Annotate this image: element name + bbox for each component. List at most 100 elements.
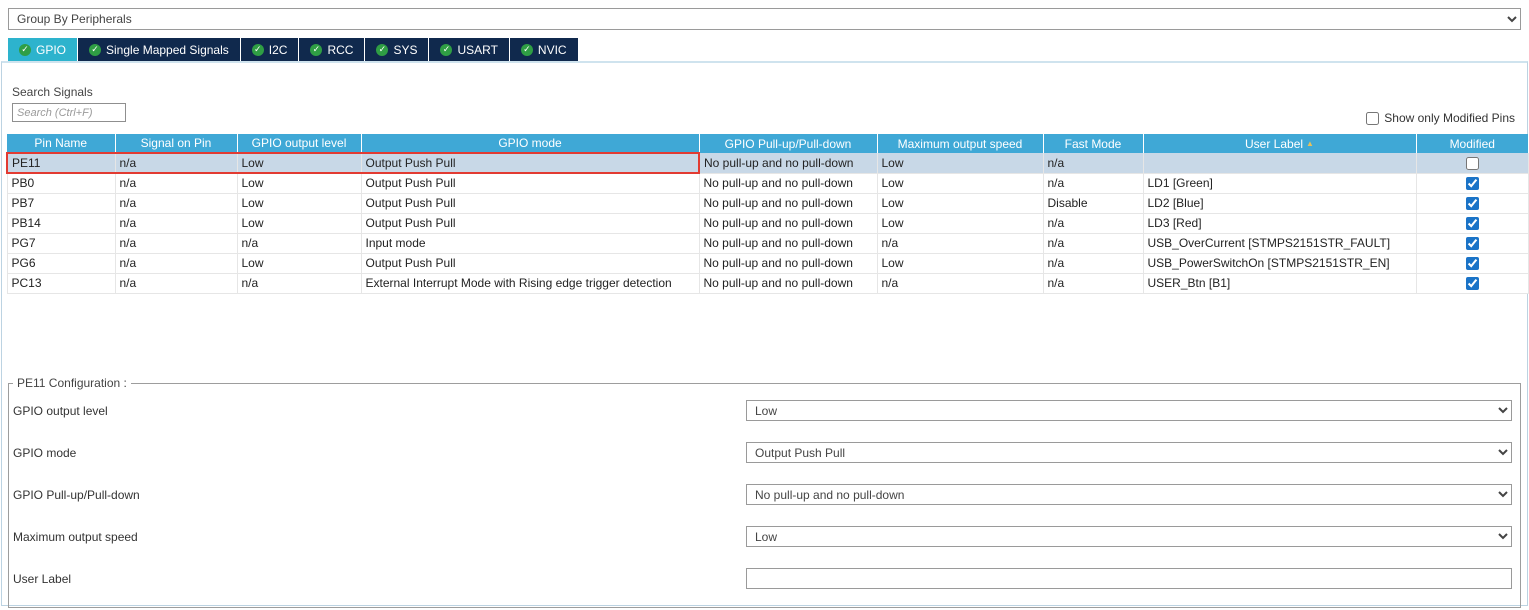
cell-mode: Output Push Pull [361,213,699,233]
modified-checkbox[interactable] [1466,237,1479,250]
table-row[interactable]: PE11n/aLowOutput Push PullNo pull-up and… [7,153,1528,173]
cfg-row-gpio-pull: GPIO Pull-up/Pull-down No pull-up and no… [13,484,1512,505]
cell-signal: n/a [115,273,237,293]
max-output-speed-select[interactable]: Low [746,526,1512,547]
table-row[interactable]: PG7n/an/aInput modeNo pull-up and no pul… [7,233,1528,253]
tab-check-icon: ✓ [376,44,388,56]
modified-checkbox[interactable] [1466,257,1479,270]
tab-sys[interactable]: ✓ SYS [365,38,428,61]
cell-modified [1416,233,1528,253]
cell-pull: No pull-up and no pull-down [699,233,877,253]
tab-label: I2C [269,43,288,57]
gpio-mode-select[interactable]: Output Push Pull [746,442,1512,463]
cell-speed: n/a [877,273,1043,293]
col-pin-name[interactable]: Pin Name [7,134,115,153]
cell-fast: Disable [1043,193,1143,213]
tab-check-icon: ✓ [310,44,322,56]
cell-level: Low [237,193,361,213]
col-gpio-mode[interactable]: GPIO mode [361,134,699,153]
tab-check-icon: ✓ [440,44,452,56]
cell-label [1143,153,1416,173]
cell-level: Low [237,153,361,173]
cell-mode: Output Push Pull [361,153,699,173]
table-row[interactable]: PB14n/aLowOutput Push PullNo pull-up and… [7,213,1528,233]
cfg-row-gpio-output-level: GPIO output level Low [13,400,1512,421]
col-signal-on-pin[interactable]: Signal on Pin [115,134,237,153]
cell-modified [1416,173,1528,193]
col-max-output-speed[interactable]: Maximum output speed [877,134,1043,153]
cell-pull: No pull-up and no pull-down [699,193,877,213]
peripheral-tabbar: ✓ GPIO ✓ Single Mapped Signals ✓ I2C ✓ R… [8,38,1529,61]
tab-single-mapped-signals[interactable]: ✓ Single Mapped Signals [78,38,240,61]
cell-mode: Input mode [361,233,699,253]
table-row[interactable]: PC13n/an/aExternal Interrupt Mode with R… [7,273,1528,293]
cell-signal: n/a [115,153,237,173]
cell-fast: n/a [1043,213,1143,233]
cell-signal: n/a [115,213,237,233]
cell-pin: PB0 [7,173,115,193]
col-gpio-output-level[interactable]: GPIO output level [237,134,361,153]
group-by-select[interactable]: Group By Peripherals [8,8,1521,30]
modified-checkbox[interactable] [1466,177,1479,190]
modified-checkbox[interactable] [1466,197,1479,210]
tab-nvic[interactable]: ✓ NVIC [510,38,578,61]
cell-speed: Low [877,193,1043,213]
cell-pull: No pull-up and no pull-down [699,273,877,293]
cfg-label: GPIO Pull-up/Pull-down [13,488,746,502]
cell-label: LD3 [Red] [1143,213,1416,233]
cell-pin: PB7 [7,193,115,213]
modified-checkbox[interactable] [1466,157,1479,170]
gpio-output-level-select[interactable]: Low [746,400,1512,421]
table-header-row: Pin Name Signal on Pin GPIO output level… [7,134,1528,153]
cell-modified [1416,193,1528,213]
col-modified[interactable]: Modified [1416,134,1528,153]
table-row[interactable]: PG6n/aLowOutput Push PullNo pull-up and … [7,253,1528,273]
tab-rcc[interactable]: ✓ RCC [299,38,364,61]
search-input[interactable] [12,103,126,122]
cell-label: USB_PowerSwitchOn [STMPS2151STR_EN] [1143,253,1416,273]
col-user-label[interactable]: User Label▲ [1143,134,1416,153]
user-label-input[interactable] [746,568,1512,589]
cell-fast: n/a [1043,233,1143,253]
table-row[interactable]: PB7n/aLowOutput Push PullNo pull-up and … [7,193,1528,213]
cfg-label: Maximum output speed [13,530,746,544]
cell-mode: External Interrupt Mode with Rising edge… [361,273,699,293]
col-gpio-pull[interactable]: GPIO Pull-up/Pull-down [699,134,877,153]
cfg-row-gpio-mode: GPIO mode Output Push Pull [13,442,1512,463]
cell-level: Low [237,213,361,233]
cell-modified [1416,273,1528,293]
pin-table-body: PE11n/aLowOutput Push PullNo pull-up and… [7,153,1528,293]
col-fast-mode[interactable]: Fast Mode [1043,134,1143,153]
table-row[interactable]: PB0n/aLowOutput Push PullNo pull-up and … [7,173,1528,193]
cell-pin: PG6 [7,253,115,273]
cell-mode: Output Push Pull [361,193,699,213]
cell-pin: PG7 [7,233,115,253]
cell-mode: Output Push Pull [361,253,699,273]
cell-signal: n/a [115,233,237,253]
cell-pull: No pull-up and no pull-down [699,253,877,273]
cell-fast: n/a [1043,253,1143,273]
cell-pull: No pull-up and no pull-down [699,153,877,173]
show-only-modified-pins[interactable]: Show only Modified Pins [1366,111,1515,125]
cell-label: LD2 [Blue] [1143,193,1416,213]
cell-pin: PC13 [7,273,115,293]
cell-modified [1416,213,1528,233]
cell-signal: n/a [115,193,237,213]
pin-configuration-legend: PE11 Configuration : [13,376,131,390]
modified-checkbox[interactable] [1466,277,1479,290]
modified-checkbox[interactable] [1466,217,1479,230]
cell-level: n/a [237,233,361,253]
gpio-panel: Search Signals Show only Modified Pins P… [1,61,1528,606]
tab-gpio[interactable]: ✓ GPIO [8,38,77,61]
show-modified-checkbox[interactable] [1366,112,1379,125]
gpio-pull-select[interactable]: No pull-up and no pull-down [746,484,1512,505]
tab-i2c[interactable]: ✓ I2C [241,38,299,61]
cell-signal: n/a [115,253,237,273]
tab-label: Single Mapped Signals [106,43,229,57]
tab-usart[interactable]: ✓ USART [429,38,508,61]
cell-fast: n/a [1043,173,1143,193]
cell-fast: n/a [1043,153,1143,173]
tab-label: NVIC [538,43,567,57]
cfg-label: User Label [13,572,746,586]
tab-check-icon: ✓ [19,44,31,56]
